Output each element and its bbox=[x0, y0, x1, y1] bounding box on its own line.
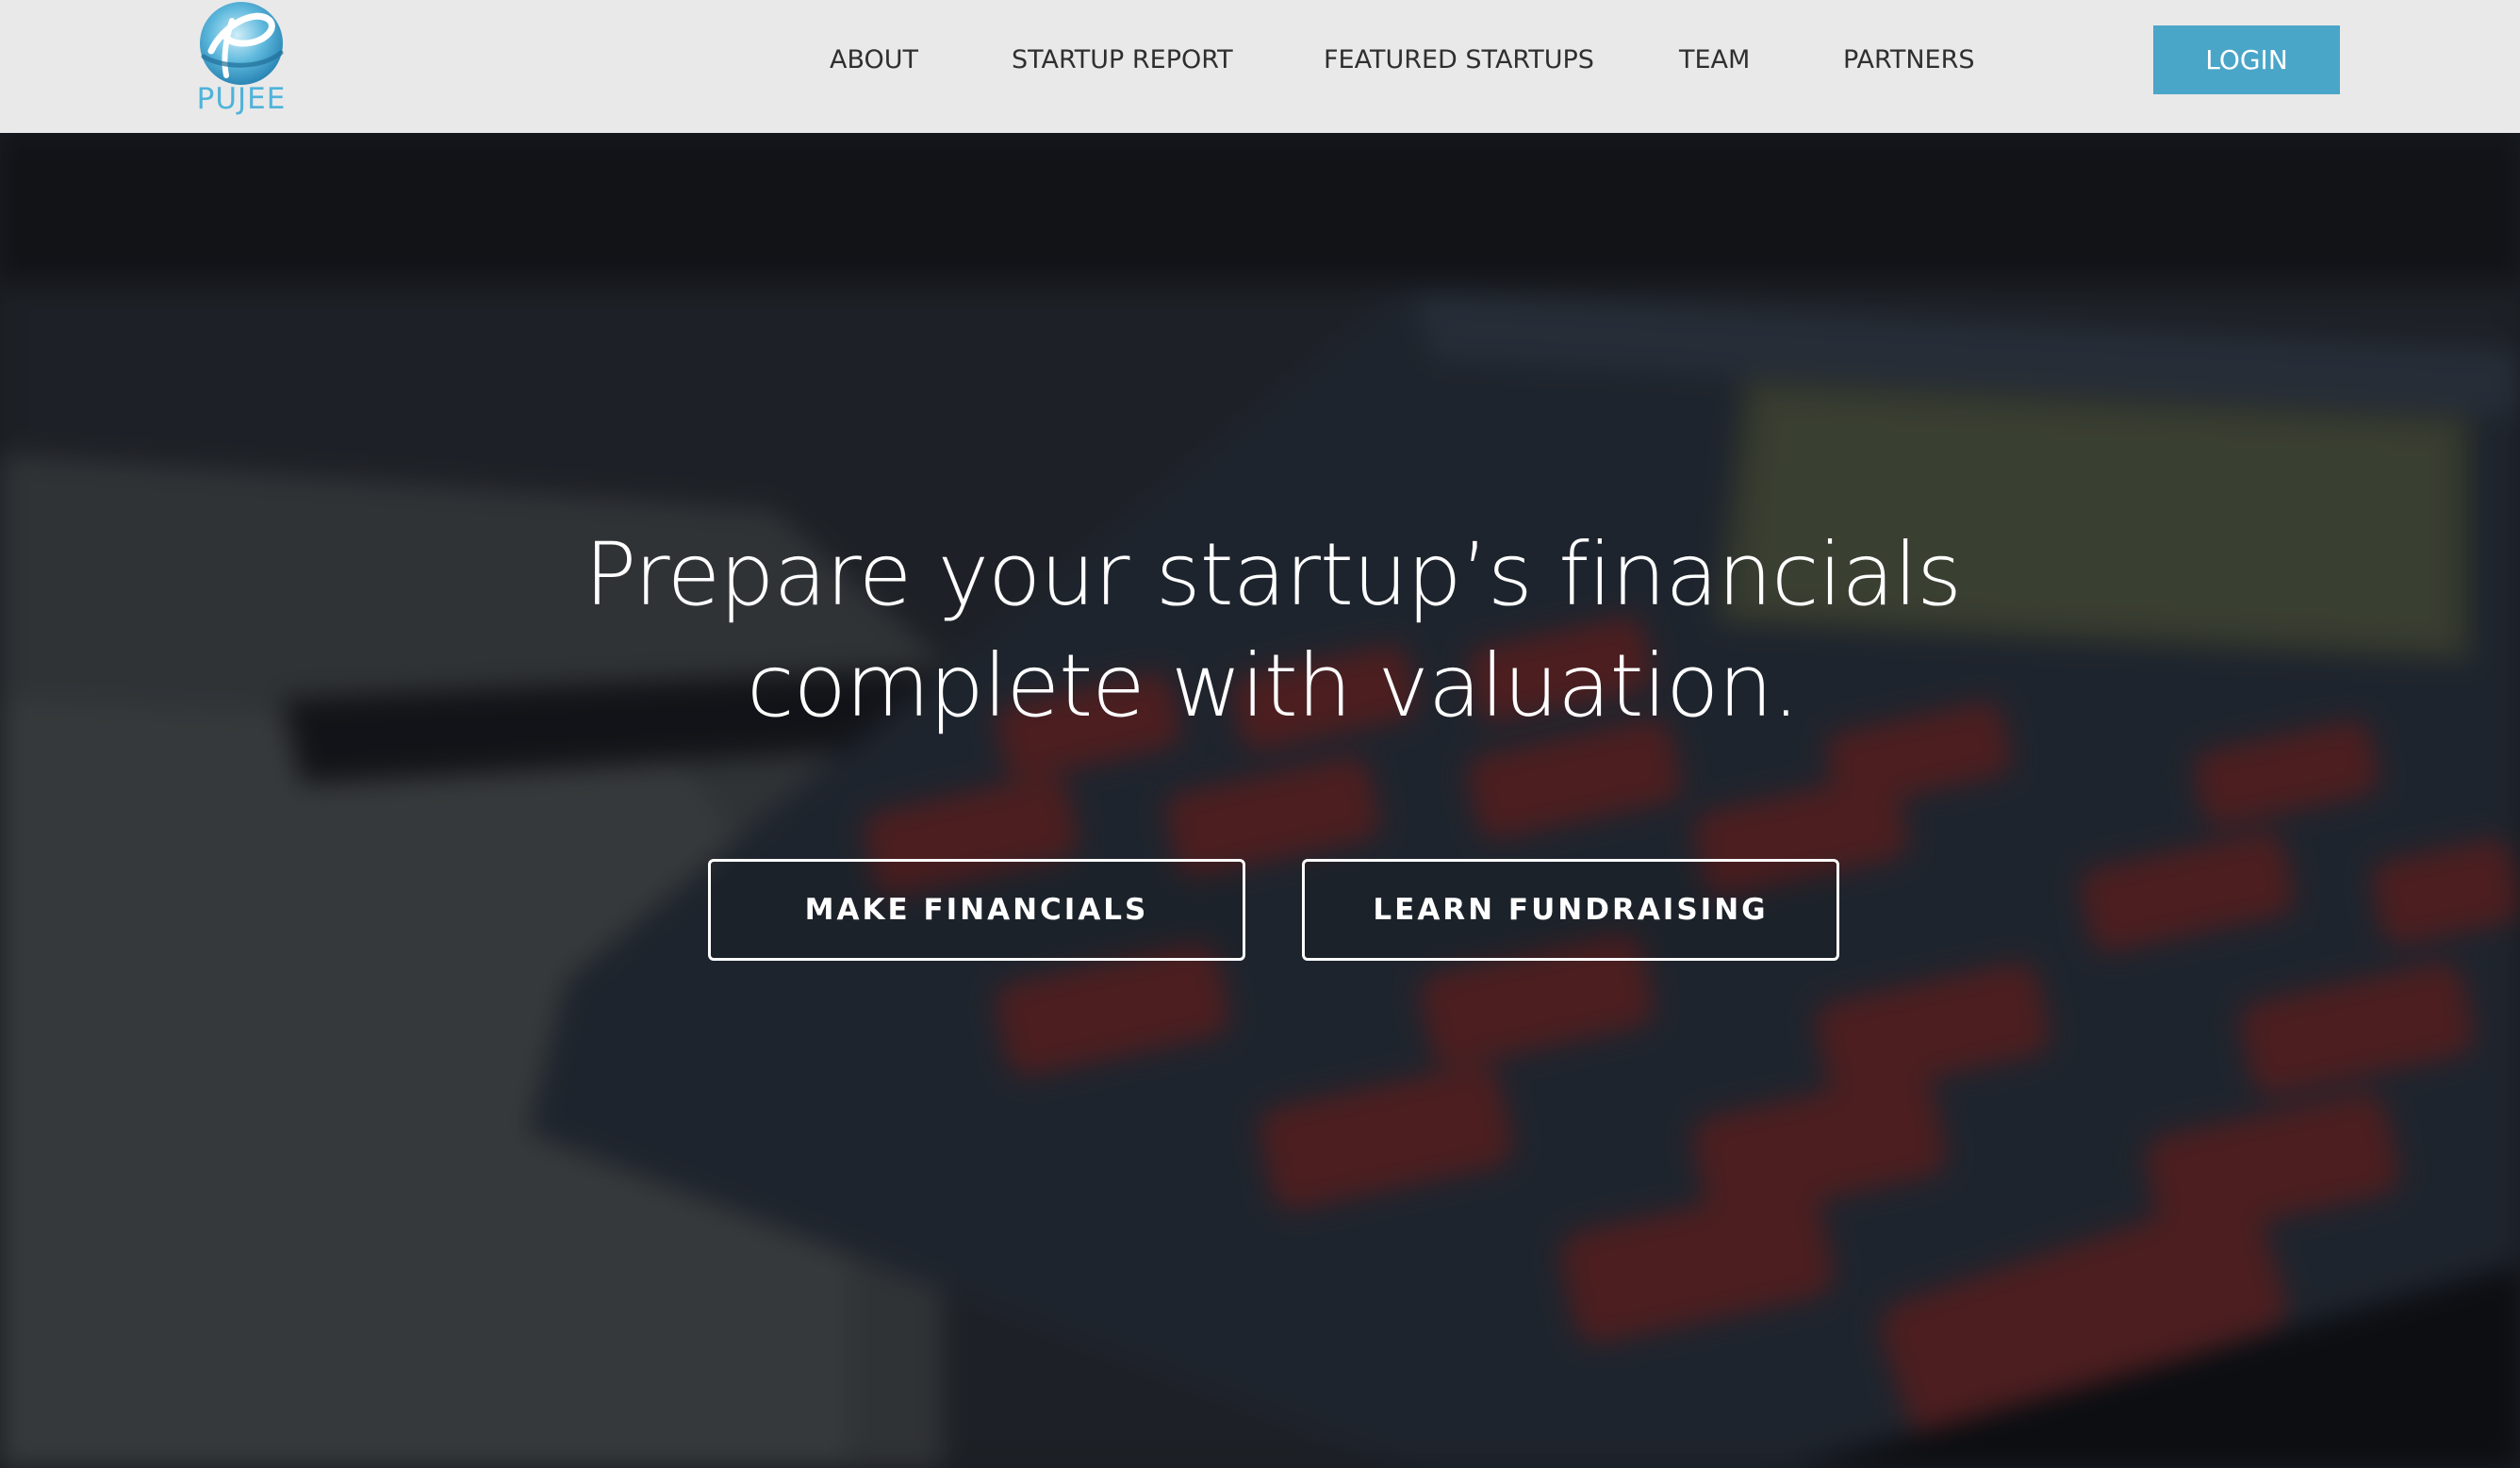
nav-partners[interactable]: PARTNERS bbox=[1843, 43, 1974, 77]
make-financials-button[interactable]: MAKE FINANCIALS bbox=[708, 859, 1245, 961]
nav-startup-report[interactable]: STARTUP REPORT bbox=[1012, 43, 1233, 77]
hero-section: Prepare your startup’s financials comple… bbox=[0, 133, 2520, 1468]
hero-content: Prepare your startup’s financials comple… bbox=[0, 133, 2520, 1468]
hero-title-line-2: complete with valuation. bbox=[747, 635, 1800, 736]
logo[interactable]: PUJEE bbox=[194, 0, 288, 117]
site-header: PUJEE ABOUT STARTUP REPORT FEATURED STAR… bbox=[0, 0, 2520, 133]
nav-featured-startups[interactable]: FEATURED STARTUPS bbox=[1324, 43, 1594, 77]
logo-text: PUJEE bbox=[196, 82, 287, 116]
page: PUJEE ABOUT STARTUP REPORT FEATURED STAR… bbox=[0, 0, 2520, 1468]
hero-title: Prepare your startup’s financials comple… bbox=[0, 520, 2520, 742]
nav-team[interactable]: TEAM bbox=[1679, 43, 1750, 77]
nav-about[interactable]: ABOUT bbox=[830, 43, 918, 77]
pujee-logo-icon bbox=[200, 2, 284, 85]
hero-title-line-1: Prepare your startup’s financials bbox=[584, 524, 1962, 625]
login-button[interactable]: LOGIN bbox=[2153, 25, 2340, 94]
learn-fundraising-button[interactable]: LEARN FUNDRAISING bbox=[1302, 859, 1839, 961]
